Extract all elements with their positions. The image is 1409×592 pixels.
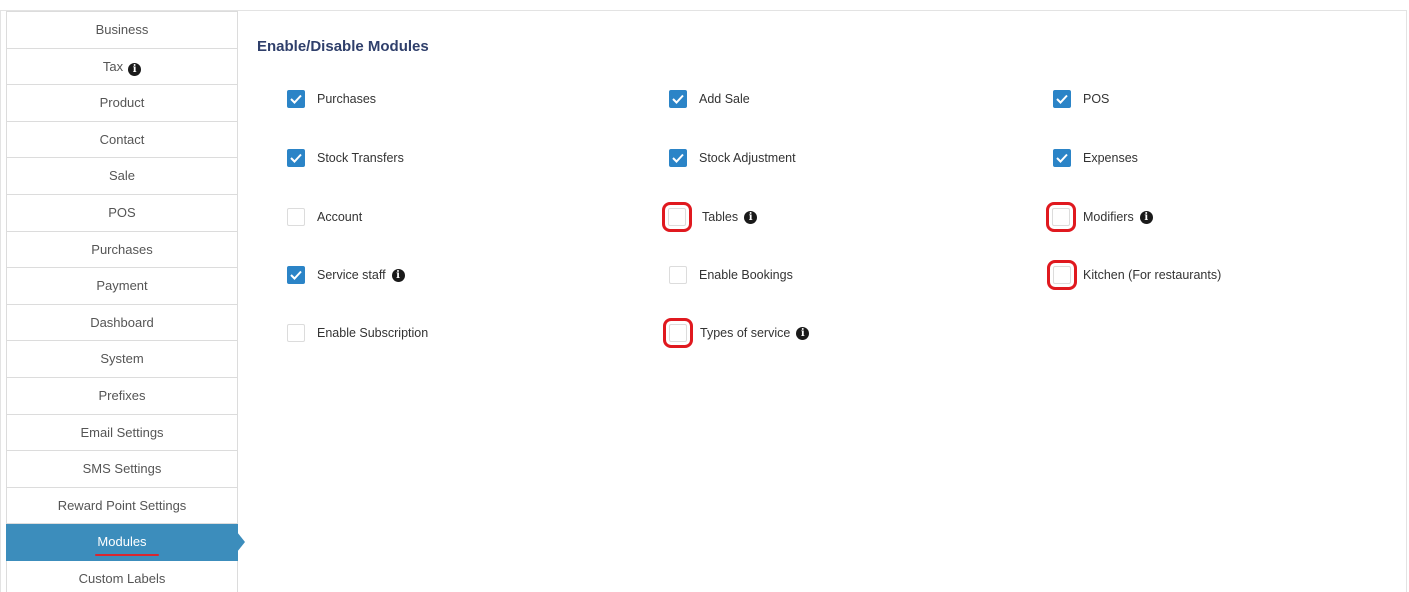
sidebar-item-label: Reward Point Settings xyxy=(57,497,187,513)
checkbox[interactable] xyxy=(1053,90,1071,108)
module-label: Add Sale xyxy=(699,92,750,106)
sidebar-item-label: Payment xyxy=(96,278,148,294)
module-pos[interactable]: POS xyxy=(1053,89,1109,109)
checkmark-icon xyxy=(1056,153,1068,163)
sidebar-item-payment[interactable]: Payment xyxy=(6,268,238,305)
module-label: Service staff xyxy=(317,268,386,282)
sidebar-item-label: Contact xyxy=(99,131,145,147)
checkbox[interactable] xyxy=(1046,202,1076,232)
sidebar-item-label: SMS Settings xyxy=(82,461,162,477)
checkbox[interactable] xyxy=(287,90,305,108)
module-stock-adjustment[interactable]: Stock Adjustment xyxy=(669,148,796,168)
checkmark-icon xyxy=(672,153,684,163)
checkmark-icon xyxy=(672,94,684,104)
sidebar-item-label: Email Settings xyxy=(80,424,164,440)
checkbox[interactable] xyxy=(669,149,687,167)
sidebar-item-label: POS xyxy=(108,204,136,220)
sidebar-item-label: Dashboard xyxy=(90,314,154,330)
sidebar-item-custom-labels[interactable]: Custom Labels xyxy=(6,560,238,592)
checkmark-icon xyxy=(1056,94,1068,104)
module-purchases[interactable]: Purchases xyxy=(287,89,376,109)
sidebar-item-business[interactable]: Business xyxy=(6,11,238,49)
checkbox[interactable] xyxy=(1053,149,1071,167)
module-enable-bookings[interactable]: Enable Bookings xyxy=(669,265,793,285)
sidebar-item-dashboard[interactable]: Dashboard xyxy=(6,304,238,342)
module-types-of-service[interactable]: Types of service i xyxy=(663,318,810,348)
sidebar-item-purchases[interactable]: Purchases xyxy=(6,231,238,269)
module-stock-transfers[interactable]: Stock Transfers xyxy=(287,148,404,168)
checkbox[interactable] xyxy=(663,318,693,348)
page-title: Enable/Disable Modules xyxy=(257,38,429,55)
module-label: Expenses xyxy=(1083,151,1138,165)
checkbox[interactable] xyxy=(287,208,305,226)
module-add-sale[interactable]: Add Sale xyxy=(669,89,750,109)
sidebar-item-tax[interactable]: Tax i xyxy=(6,48,238,86)
checkbox[interactable] xyxy=(669,90,687,108)
module-modifiers[interactable]: Modifiers i xyxy=(1046,202,1153,232)
sidebar-item-label: Tax xyxy=(102,58,124,74)
module-label: Modifiers xyxy=(1083,210,1134,224)
module-label: Account xyxy=(317,210,363,224)
sidebar-item-modules[interactable]: Modules xyxy=(6,524,245,561)
module-label: Purchases xyxy=(317,92,377,106)
active-underline-annotation xyxy=(95,554,159,557)
module-label: Types of service xyxy=(700,326,791,340)
info-circle-icon[interactable]: i xyxy=(796,326,810,340)
checkbox[interactable] xyxy=(287,324,305,342)
sidebar-item-contact[interactable]: Contact xyxy=(6,121,238,159)
info-circle-icon[interactable]: i xyxy=(744,210,758,224)
module-label: Tables xyxy=(702,210,739,224)
checkmark-icon xyxy=(290,270,302,280)
module-enable-subscription[interactable]: Enable Subscription xyxy=(287,323,428,343)
settings-sidebar: Business Tax i Product Contact Sale POS P… xyxy=(6,11,245,592)
module-label: Enable Subscription xyxy=(317,326,429,340)
sidebar-item-label: Custom Labels xyxy=(78,570,166,586)
sidebar-item-prefixes[interactable]: Prefixes xyxy=(6,377,238,415)
sidebar-item-label: Modules xyxy=(97,534,147,550)
sidebar-item-label: Sale xyxy=(108,168,136,184)
sidebar-item-system[interactable]: System xyxy=(6,341,238,378)
sidebar-item-sms-settings[interactable]: SMS Settings xyxy=(6,451,238,488)
checkmark-icon xyxy=(290,94,302,104)
module-service-staff[interactable]: Service staff i xyxy=(287,265,405,285)
info-circle-icon[interactable]: i xyxy=(391,268,405,282)
checkbox[interactable] xyxy=(1047,260,1077,290)
module-expenses[interactable]: Expenses xyxy=(1053,148,1138,168)
module-kitchen[interactable]: Kitchen (For restaurants) xyxy=(1047,260,1222,290)
sidebar-item-label: Business xyxy=(95,22,149,37)
sidebar-item-product[interactable]: Product xyxy=(6,85,238,122)
module-label: Stock Adjustment xyxy=(699,151,796,165)
module-label: Kitchen (For restaurants) xyxy=(1083,268,1222,282)
sidebar-item-label: Purchases xyxy=(91,241,153,257)
module-label: POS xyxy=(1083,92,1110,106)
checkbox[interactable] xyxy=(662,202,692,232)
sidebar-item-email-settings[interactable]: Email Settings xyxy=(6,414,238,452)
checkbox[interactable] xyxy=(287,149,305,167)
sidebar-item-label: System xyxy=(100,351,144,367)
checkbox[interactable] xyxy=(669,266,687,284)
sidebar-item-pos[interactable]: POS xyxy=(6,194,238,232)
module-label: Enable Bookings xyxy=(699,268,793,282)
module-tables[interactable]: Tables i xyxy=(662,202,758,232)
sidebar-item-reward-point-settings[interactable]: Reward Point Settings xyxy=(6,487,238,525)
checkbox[interactable] xyxy=(287,266,305,284)
module-account[interactable]: Account xyxy=(287,207,362,227)
info-circle-icon[interactable]: i xyxy=(128,62,142,76)
sidebar-item-sale[interactable]: Sale xyxy=(6,158,238,195)
sidebar-item-label: Prefixes xyxy=(98,387,146,403)
checkmark-icon xyxy=(290,153,302,163)
info-circle-icon[interactable]: i xyxy=(1139,210,1153,224)
sidebar-item-label: Product xyxy=(99,95,145,111)
module-label: Stock Transfers xyxy=(317,151,404,165)
